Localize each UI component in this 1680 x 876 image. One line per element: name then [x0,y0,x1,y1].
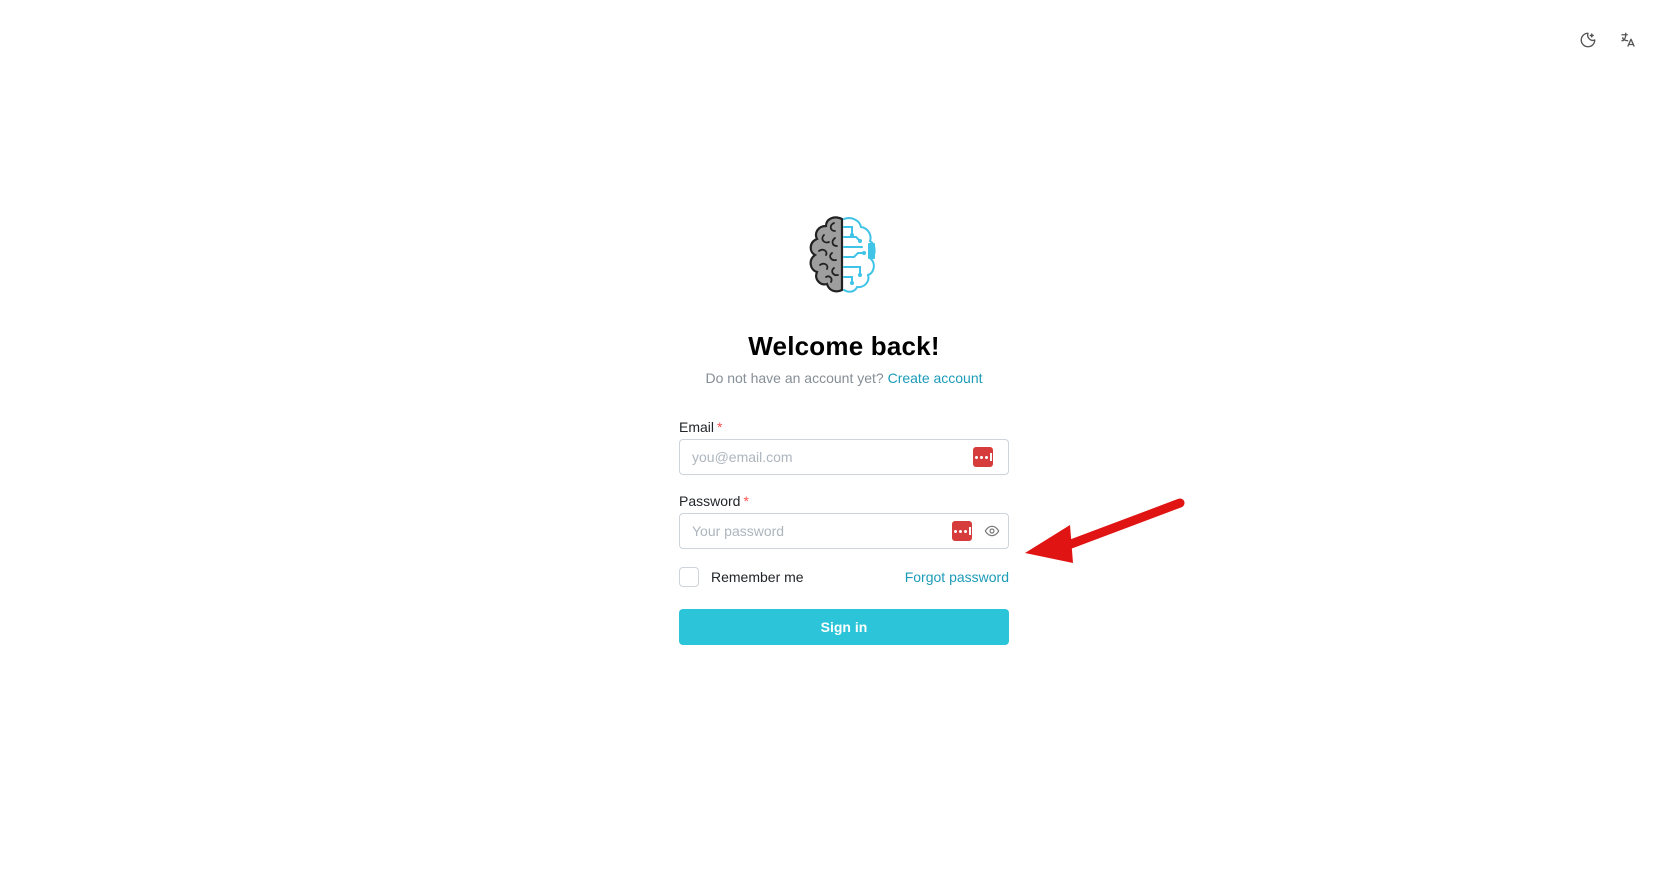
translate-icon [1621,32,1635,47]
signup-prompt-text: Do not have an account yet? [705,370,884,386]
required-asterisk: * [717,419,723,435]
annotation-arrow [1025,498,1185,563]
email-label: Email * [679,419,723,435]
email-input-wrapper [679,439,1009,475]
remember-me-group: Remember me [679,567,804,587]
brain-circuit-logo [809,216,876,293]
page-title: Welcome back! [748,331,940,361]
language-button[interactable] [1614,26,1642,54]
password-input-wrapper [679,513,1009,549]
remember-me-checkbox[interactable] [679,567,699,587]
toggle-password-visibility-button[interactable] [982,522,1002,540]
password-manager-icon[interactable] [973,447,993,467]
remember-forgot-row: Remember me Forgot password [679,567,1009,587]
login-card: Welcome back! Do not have an account yet… [679,213,1009,645]
password-input[interactable] [680,514,964,548]
email-input[interactable] [680,440,964,474]
forgot-password-link[interactable]: Forgot password [905,569,1009,585]
sign-in-button[interactable]: Sign in [679,609,1009,645]
password-label: Password * [679,493,749,509]
login-page: Welcome back! Do not have an account yet… [0,0,1680,876]
theme-toggle-button[interactable] [1574,26,1602,54]
moon-icon [1580,32,1596,48]
signup-prompt: Do not have an account yet? Create accou… [679,370,1009,386]
password-field-group: Password * [679,493,1009,549]
create-account-link[interactable]: Create account [888,370,983,386]
required-asterisk: * [743,493,749,509]
email-field-group: Email * [679,419,1009,475]
password-manager-icon[interactable] [952,521,972,541]
login-form: Email* Password* [679,419,1009,645]
top-controls [1574,26,1642,54]
remember-me-label[interactable]: Remember me [711,569,804,585]
eye-icon [984,525,1000,537]
